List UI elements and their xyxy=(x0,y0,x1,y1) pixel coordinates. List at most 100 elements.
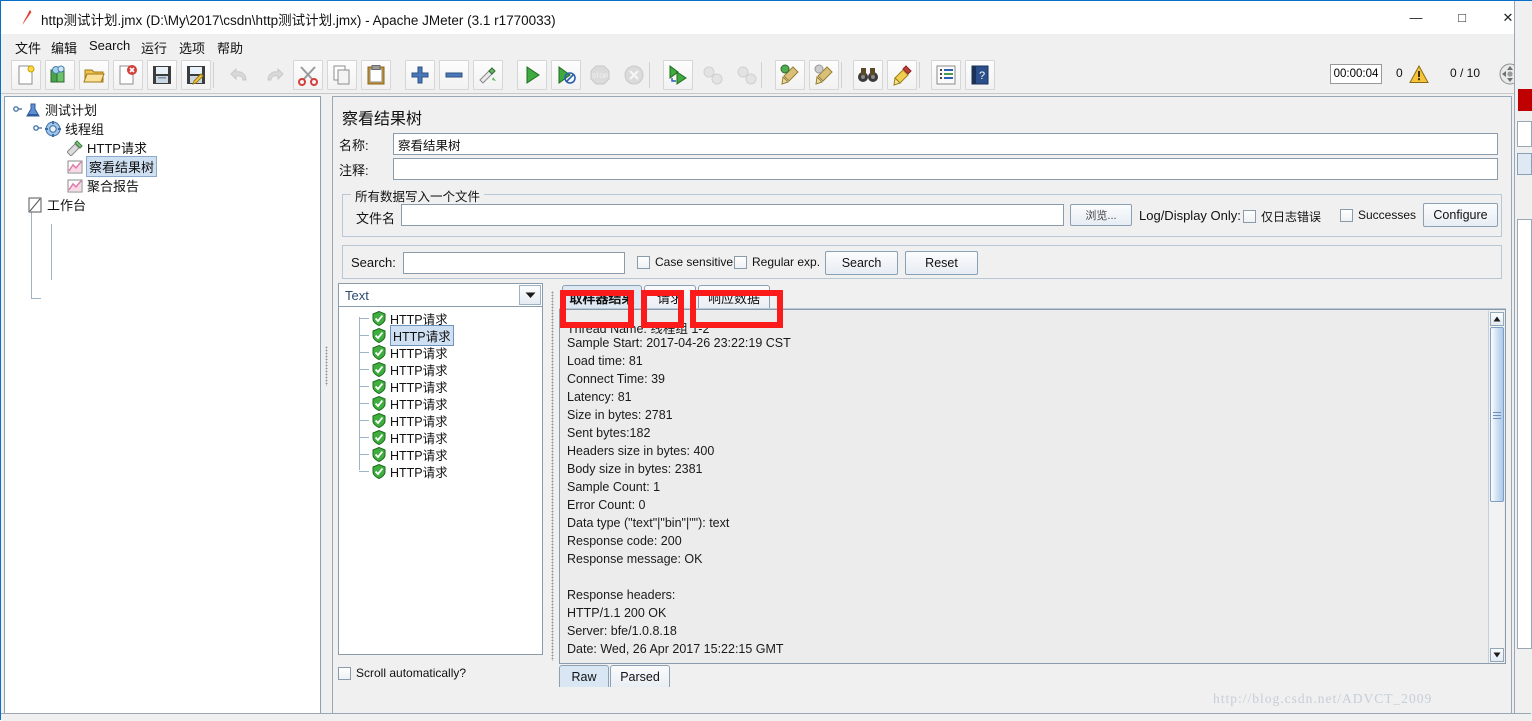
errors-only-checkbox[interactable]: 仅日志错误 xyxy=(1243,208,1321,225)
write-all-data-group-title: 所有数据写入一个文件 xyxy=(351,186,485,205)
sample-list-item[interactable]: HTTP请求 xyxy=(359,463,448,480)
clear-button[interactable] xyxy=(775,60,805,90)
sliver-red-marker-top xyxy=(1518,89,1532,111)
regular-exp-checkbox[interactable]: Regular exp. xyxy=(734,255,820,269)
result-vertical-scrollbar[interactable] xyxy=(1488,311,1504,663)
reset-button[interactable]: Reset xyxy=(905,251,978,275)
success-shield-green-icon xyxy=(372,396,386,411)
result-tab-2[interactable]: 请求 xyxy=(644,285,696,309)
result-tab-3[interactable]: 响应数据 xyxy=(698,285,770,309)
search-button[interactable] xyxy=(853,60,883,90)
sample-list-item[interactable]: HTTP请求 xyxy=(359,325,454,346)
regular-exp-box[interactable] xyxy=(734,255,747,269)
play-green-icon xyxy=(521,64,543,86)
sliver-panel xyxy=(1517,219,1532,649)
errors-only-box[interactable] xyxy=(1243,210,1256,223)
remote-start-all-button[interactable] xyxy=(663,60,693,90)
redo-arrow-icon xyxy=(263,64,285,86)
open-button[interactable] xyxy=(79,60,109,90)
successes-checkbox[interactable]: Successes xyxy=(1340,208,1416,222)
start-no-pauses-button[interactable] xyxy=(551,60,581,90)
browse-button[interactable]: 浏览... xyxy=(1070,204,1132,226)
search-reset-button[interactable] xyxy=(887,60,917,90)
case-sensitive-box[interactable] xyxy=(637,255,650,269)
search-input[interactable] xyxy=(403,252,625,274)
success-shield-green-icon xyxy=(372,430,386,445)
comment-input[interactable] xyxy=(393,158,1498,180)
toggle-pencils-icon xyxy=(477,64,499,86)
result-line: Server: bfe/1.0.8.18 xyxy=(567,624,677,638)
sample-list-item[interactable]: HTTP请求 xyxy=(359,395,448,412)
result-scroll-thumb[interactable] xyxy=(1490,327,1504,502)
sample-list-item[interactable]: HTTP请求 xyxy=(359,344,448,361)
sample-list-item[interactable]: HTTP请求 xyxy=(359,446,448,463)
sample-list-item[interactable]: HTTP请求 xyxy=(359,429,448,446)
result-tab-1[interactable]: 取样器结果 xyxy=(562,285,642,309)
scroll-automatically-box[interactable] xyxy=(338,666,351,680)
jmeter-window: http测试计划.jmx (D:\My\2017\csdn\http测试计划.j… xyxy=(0,0,1532,721)
new-test-plan-button[interactable] xyxy=(11,60,41,90)
svg-text:STOP: STOP xyxy=(592,74,608,80)
result-line: Response headers: xyxy=(567,588,676,602)
clear-all-button[interactable] xyxy=(809,60,839,90)
scroll-automatically-checkbox[interactable]: Scroll automatically? xyxy=(338,661,548,685)
raw-parsed-tab-2[interactable]: Parsed xyxy=(610,665,670,687)
tree-node-5[interactable]: 聚合报告 xyxy=(67,176,139,195)
broom-green-icon xyxy=(779,64,801,86)
undo-arrow-icon xyxy=(229,64,251,86)
scroll-down-arrow-icon[interactable] xyxy=(1490,648,1504,662)
sample-list-item[interactable]: HTTP请求 xyxy=(359,412,448,429)
tree-node-4[interactable]: 察看结果树 xyxy=(67,156,158,177)
shutdown-x-icon xyxy=(623,64,645,86)
sample-list-item[interactable]: HTTP请求 xyxy=(359,378,448,395)
case-sensitive-checkbox[interactable]: Case sensitive xyxy=(637,255,733,269)
search-button[interactable]: Search xyxy=(825,251,898,275)
vertical-splitter[interactable] xyxy=(322,96,331,714)
cut-button[interactable] xyxy=(293,60,323,90)
tree-expander-icon[interactable] xyxy=(13,102,25,117)
paste-button[interactable] xyxy=(361,60,391,90)
results-splitter[interactable] xyxy=(548,283,558,683)
scroll-up-arrow-icon[interactable] xyxy=(1490,312,1504,326)
renderer-dropdown[interactable]: Text xyxy=(338,283,543,307)
result-line: Connect Time: 39 xyxy=(567,372,665,386)
chevron-down-icon[interactable] xyxy=(519,285,541,305)
maximize-button[interactable]: □ xyxy=(1439,1,1485,34)
help-button[interactable]: ? xyxy=(965,60,995,90)
expand-all-button[interactable] xyxy=(405,60,435,90)
templates-button[interactable] xyxy=(45,60,75,90)
warning-count: 0 xyxy=(1396,66,1403,80)
minimize-button[interactable]: — xyxy=(1393,1,1439,34)
remote-shutdown-all-button xyxy=(731,60,761,90)
sample-list-item[interactable]: HTTP请求 xyxy=(359,361,448,378)
filename-input[interactable] xyxy=(401,204,1064,226)
sample-result-list[interactable]: HTTP请求 HTTP请求 HTTP请求 HTTP请求 HTTP请求 HTTP请求 HTTP… xyxy=(338,307,543,655)
close-button[interactable] xyxy=(113,60,143,90)
result-line: HTTP/1.1 200 OK xyxy=(567,606,667,620)
save-as-icon xyxy=(185,64,207,86)
raw-parsed-tab-1[interactable]: Raw xyxy=(559,665,609,687)
result-line: Size in bytes: 2781 xyxy=(567,408,673,422)
tree-node-6[interactable]: 工作台 xyxy=(27,195,86,214)
save-button[interactable] xyxy=(147,60,177,90)
menu-item-3[interactable]: Search xyxy=(83,36,136,55)
tree-node-2[interactable]: 线程组 xyxy=(33,119,104,138)
sampler-result-textarea[interactable]: Thread Name: 线程组 1-2 Sample Start: 2017-0… xyxy=(559,309,1506,664)
remote-stop-icon xyxy=(701,64,723,86)
function-helper-button[interactable] xyxy=(931,60,961,90)
success-shield-green-icon xyxy=(372,362,386,377)
collapse-all-button[interactable] xyxy=(439,60,469,90)
start-button[interactable] xyxy=(517,60,547,90)
name-input[interactable]: 察看结果树 xyxy=(393,133,1498,155)
save-as-button[interactable] xyxy=(181,60,211,90)
toolbar-separator-6 xyxy=(841,62,842,88)
tree-expander-icon[interactable] xyxy=(33,121,45,136)
tree-node-3[interactable]: HTTP请求 xyxy=(67,138,147,157)
tree-node-1[interactable]: 测试计划 xyxy=(13,100,97,119)
test-plan-tree[interactable]: 测试计划 线程组 HTTP请求 察看结果树 聚合报告 工作台 xyxy=(4,96,321,714)
copy-button[interactable] xyxy=(327,60,357,90)
warning-triangle-icon[interactable] xyxy=(1409,65,1429,84)
toggle-button[interactable] xyxy=(473,60,503,90)
configure-button[interactable]: Configure xyxy=(1423,203,1498,227)
successes-box[interactable] xyxy=(1340,208,1353,222)
